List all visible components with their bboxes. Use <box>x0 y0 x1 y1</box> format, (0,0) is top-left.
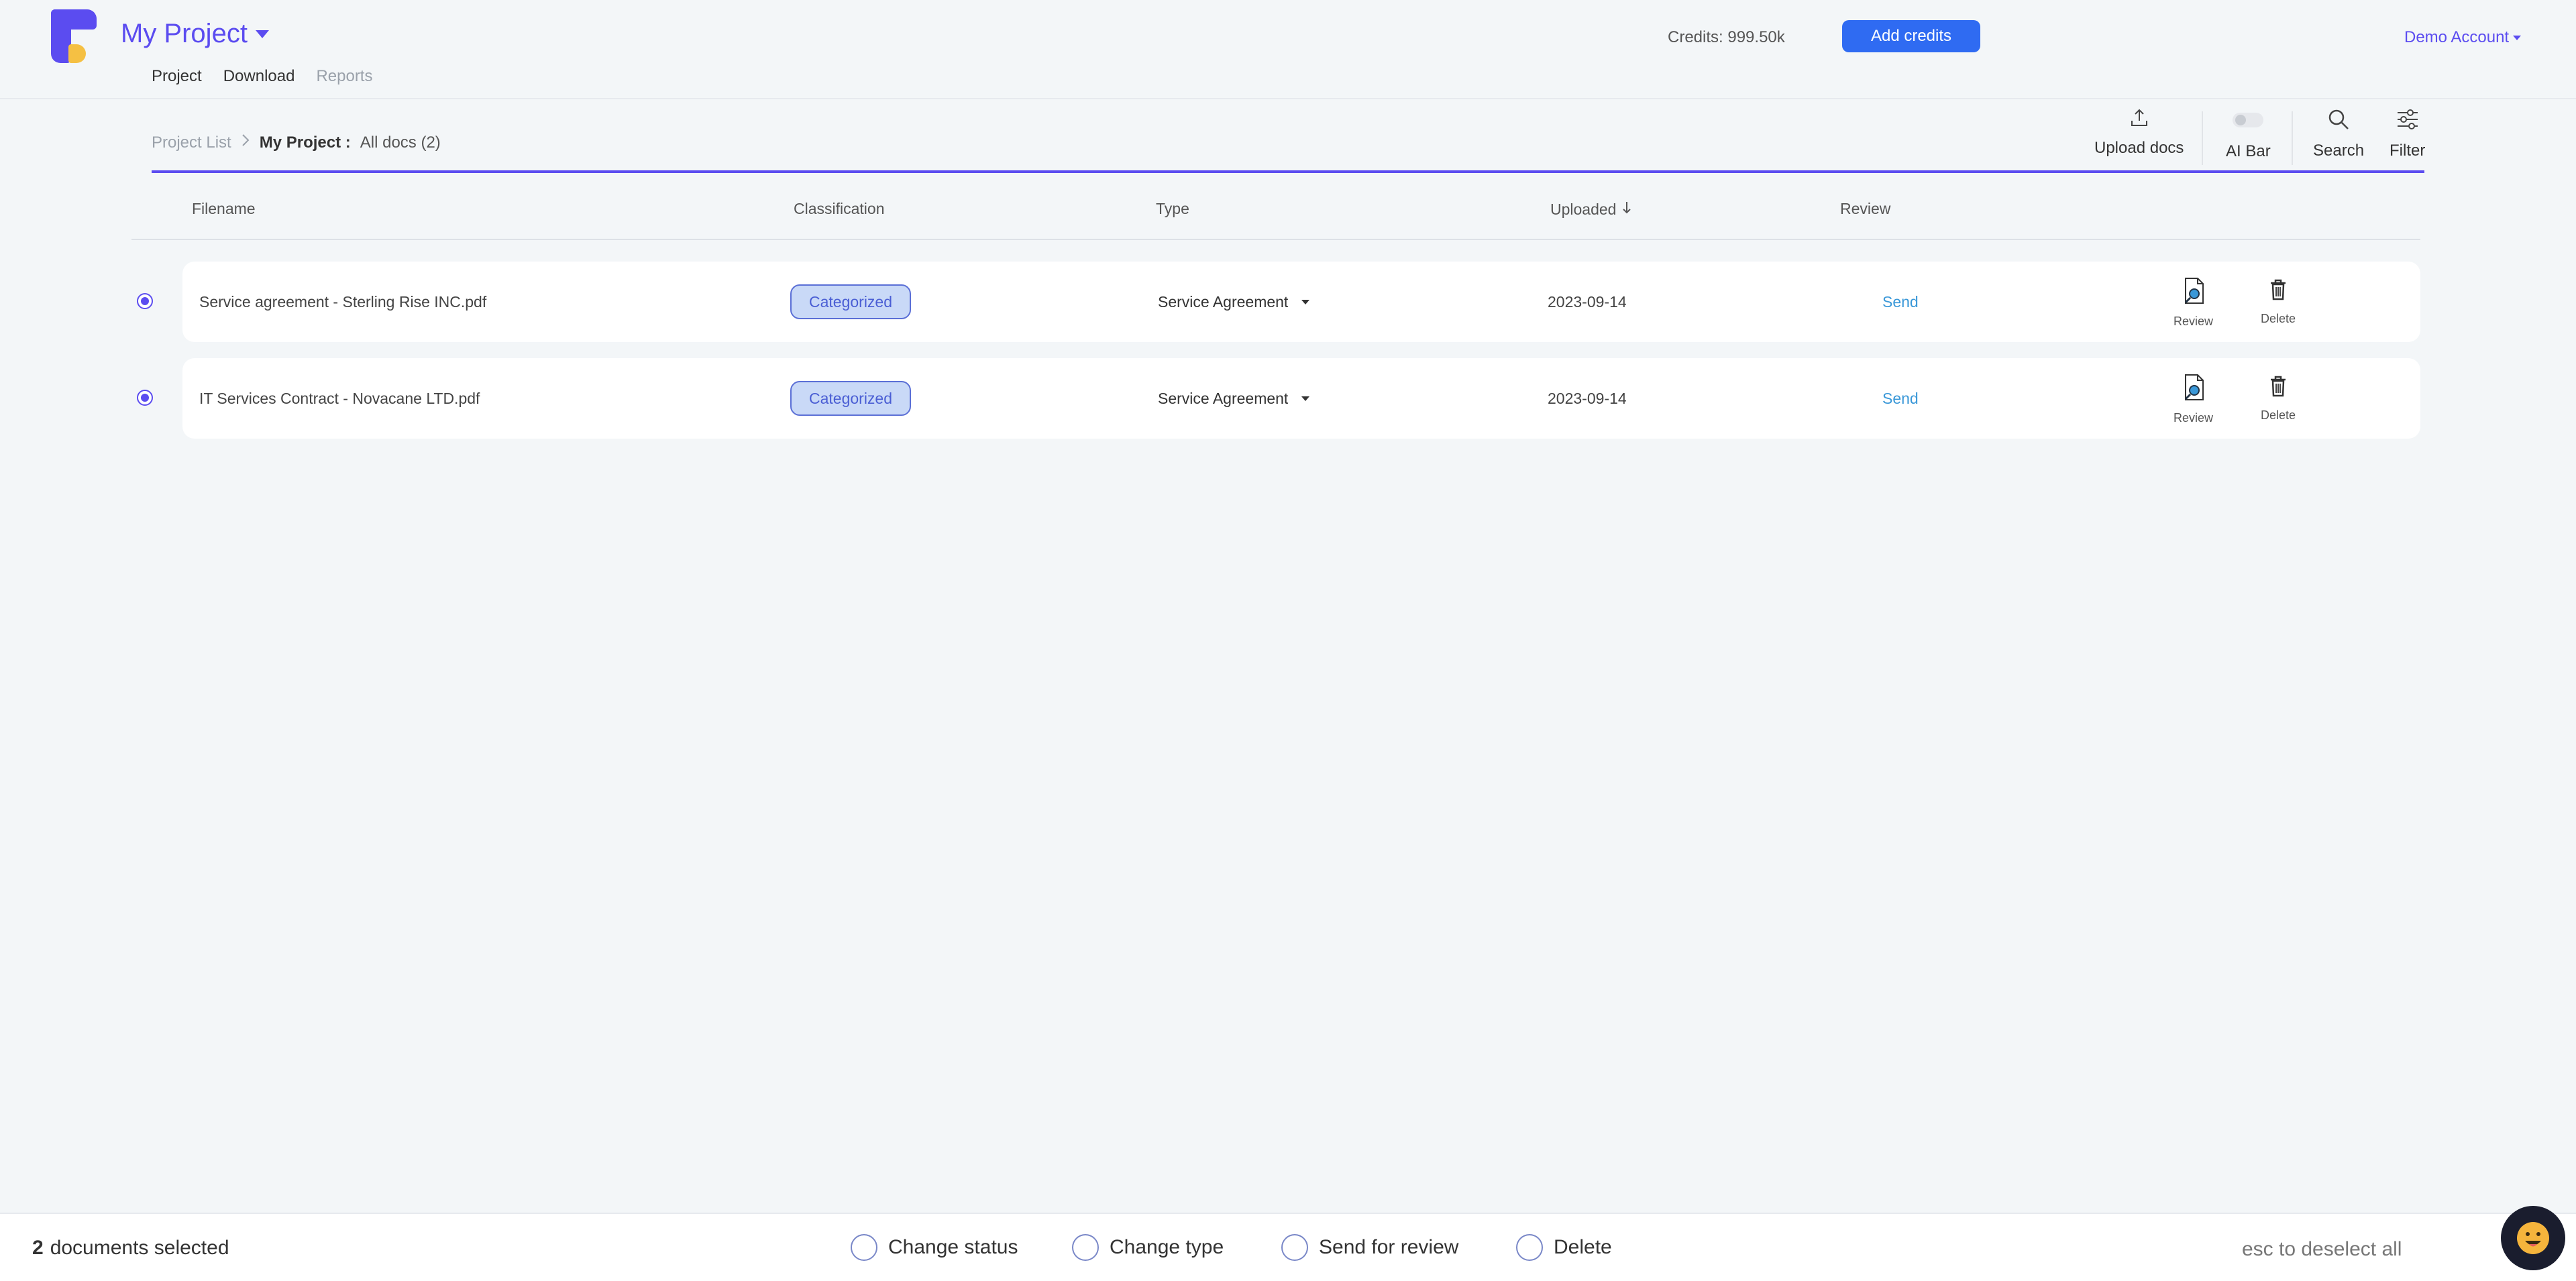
col-header-type-label: Type <box>1156 200 1189 217</box>
bulk-delete-radio[interactable] <box>1516 1234 1543 1261</box>
selected-count: 2 <box>32 1237 44 1259</box>
row-uploaded-date: 2023-09-14 <box>1548 389 1627 407</box>
ai-bar-switch[interactable] <box>2233 113 2264 127</box>
bulk-delete-label: Delete <box>1554 1236 1612 1258</box>
type-dropdown[interactable]: Service Agreement <box>1158 292 1310 311</box>
app-header: My Project Project Download Reports Cred… <box>0 0 2576 99</box>
chevron-right-icon <box>241 133 250 152</box>
account-name: Demo Account <box>2404 28 2510 46</box>
search-label: Search <box>2313 142 2365 160</box>
chat-bot-icon <box>2512 1215 2555 1262</box>
send-for-review-action[interactable]: Send for review <box>1281 1234 1458 1261</box>
toolbar-underline <box>152 170 2424 173</box>
nav-download[interactable]: Download <box>223 67 295 86</box>
ai-bar-toggle[interactable]: AI Bar <box>2226 107 2271 161</box>
row-uploaded-date: 2023-09-14 <box>1548 292 1627 311</box>
breadcrumb-filter[interactable]: All docs (2) <box>360 133 441 152</box>
upload-docs-label: Upload docs <box>2094 139 2184 157</box>
upload-icon <box>2129 107 2149 132</box>
ai-bar-label: AI Bar <box>2226 142 2271 160</box>
review-button[interactable]: Review <box>2174 276 2213 329</box>
col-header-type[interactable]: Type <box>1156 200 1189 218</box>
selection-summary: 2 documents selected <box>32 1237 229 1260</box>
filter-button[interactable]: Filter <box>2390 107 2425 160</box>
classification-badge: Categorized <box>790 284 912 319</box>
row-select-radio[interactable] <box>137 293 153 309</box>
table-row[interactable]: IT Services Contract - Novacane LTD.pdf … <box>182 358 2420 439</box>
col-header-classification-label: Classification <box>794 200 885 217</box>
change-type-label: Change type <box>1110 1236 1224 1258</box>
delete-button[interactable]: Delete <box>2261 373 2296 423</box>
change-status-label: Change status <box>888 1236 1018 1258</box>
chevron-down-icon <box>255 30 269 38</box>
nav-reports[interactable]: Reports <box>316 67 372 86</box>
project-switcher[interactable]: My Project <box>121 19 269 49</box>
type-value: Service Agreement <box>1158 389 1289 407</box>
bulk-action-bar: 2 documents selected Change status Chang… <box>0 1213 2576 1281</box>
review-label: Review <box>2174 411 2214 425</box>
row-filename[interactable]: Service agreement - Sterling Rise INC.pd… <box>199 262 486 342</box>
filter-icon <box>2396 107 2420 135</box>
breadcrumb-current: My Project : <box>259 133 351 152</box>
search-button[interactable]: Search <box>2313 107 2364 160</box>
project-name: My Project <box>121 19 248 48</box>
review-icon <box>2180 276 2207 309</box>
send-review-link[interactable]: Send <box>1882 293 1919 311</box>
delete-label: Delete <box>2261 312 2296 325</box>
type-value: Service Agreement <box>1158 292 1289 311</box>
trash-icon <box>2267 276 2289 307</box>
col-header-uploaded-label: Uploaded <box>1550 200 1617 218</box>
change-status-radio[interactable] <box>851 1234 877 1261</box>
bulk-delete-action[interactable]: Delete <box>1516 1234 1612 1261</box>
col-header-review-label: Review <box>1840 200 1891 217</box>
sort-arrow-icon <box>1621 200 1632 219</box>
review-button[interactable]: Review <box>2174 373 2213 425</box>
review-icon <box>2180 373 2207 406</box>
search-icon <box>2326 107 2351 135</box>
chevron-down-icon <box>1301 396 1310 401</box>
change-status-action[interactable]: Change status <box>851 1234 1018 1261</box>
nav-project[interactable]: Project <box>152 67 202 86</box>
table-row[interactable]: Service agreement - Sterling Rise INC.pd… <box>182 262 2420 342</box>
filter-label: Filter <box>2390 142 2426 160</box>
col-header-uploaded[interactable]: Uploaded <box>1550 200 1632 219</box>
col-header-filename[interactable]: Filename <box>192 200 256 218</box>
review-label: Review <box>2174 315 2214 328</box>
app-logo[interactable] <box>51 9 97 63</box>
selected-text: documents selected <box>50 1237 229 1259</box>
send-for-review-label: Send for review <box>1319 1236 1459 1258</box>
row-select-radio[interactable] <box>137 390 153 406</box>
toolbar-divider <box>2202 111 2203 165</box>
chat-bot-button[interactable] <box>2501 1206 2565 1270</box>
table-header-divider <box>131 239 2420 240</box>
deselect-hint: esc to deselect all <box>2242 1238 2402 1260</box>
delete-button[interactable]: Delete <box>2261 276 2296 326</box>
toolbar-divider <box>2292 111 2293 165</box>
row-filename[interactable]: IT Services Contract - Novacane LTD.pdf <box>199 358 480 439</box>
delete-label: Delete <box>2261 408 2296 422</box>
credits-display: Credits: 999.50k <box>1668 28 1785 46</box>
col-header-review[interactable]: Review <box>1840 200 1890 218</box>
col-header-filename-label: Filename <box>192 200 256 217</box>
account-menu[interactable]: Demo Account <box>2404 28 2522 47</box>
change-type-action[interactable]: Change type <box>1072 1234 1224 1261</box>
type-dropdown[interactable]: Service Agreement <box>1158 389 1310 408</box>
chevron-down-icon <box>1301 299 1310 304</box>
upload-docs-button[interactable]: Upload docs <box>2094 107 2184 158</box>
change-type-radio[interactable] <box>1072 1234 1099 1261</box>
chevron-down-icon <box>2513 35 2522 40</box>
send-review-link[interactable]: Send <box>1882 390 1919 408</box>
add-credits-button[interactable]: Add credits <box>1842 20 1980 52</box>
send-for-review-radio[interactable] <box>1281 1234 1308 1261</box>
breadcrumb: Project List My Project : All docs (2) <box>152 133 441 152</box>
breadcrumb-project-list[interactable]: Project List <box>152 133 231 152</box>
classification-badge: Categorized <box>790 381 912 416</box>
trash-icon <box>2267 373 2289 403</box>
top-nav: Project Download Reports <box>152 67 372 86</box>
col-header-classification[interactable]: Classification <box>794 200 885 218</box>
